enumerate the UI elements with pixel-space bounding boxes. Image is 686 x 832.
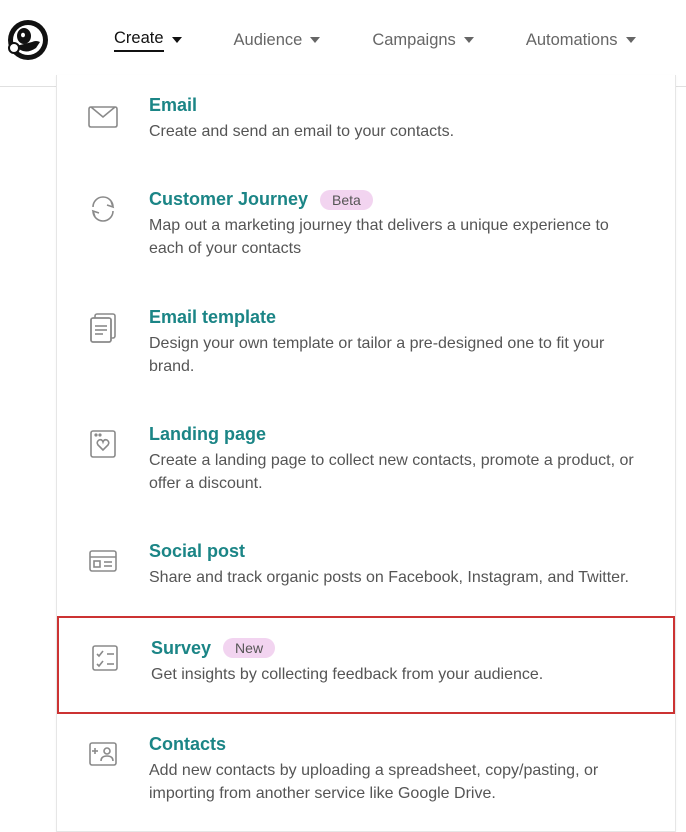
menu-item-social[interactable]: Social post Share and track organic post… (57, 521, 675, 615)
menu-item-email[interactable]: Email Create and send an email to your c… (57, 75, 675, 169)
checklist-icon (87, 640, 123, 676)
heart-page-icon (85, 426, 121, 462)
envelope-icon (85, 97, 121, 133)
chevron-down-icon (626, 37, 636, 43)
create-dropdown: Email Create and send an email to your c… (56, 75, 676, 832)
chevron-down-icon (172, 37, 182, 43)
menu-desc-email: Create and send an email to your contact… (149, 120, 647, 143)
menu-item-survey[interactable]: Survey New Get insights by collecting fe… (57, 616, 675, 714)
menu-desc-contacts: Add new contacts by uploading a spreadsh… (149, 759, 647, 805)
menu-title-social: Social post (149, 541, 245, 562)
social-card-icon (85, 543, 121, 579)
refresh-icon (85, 191, 121, 227)
menu-item-contacts[interactable]: Contacts Add new contacts by uploading a… (57, 714, 675, 831)
nav-create-label: Create (114, 29, 164, 52)
menu-title-journey: Customer Journey (149, 189, 308, 210)
chevron-down-icon (310, 37, 320, 43)
nav-automations[interactable]: Automations (526, 31, 636, 50)
top-navbar: Create Audience Campaigns Automations (0, 0, 686, 87)
add-contact-icon (85, 736, 121, 772)
menu-item-journey[interactable]: Customer Journey Beta Map out a marketin… (57, 169, 675, 286)
menu-item-template[interactable]: Email template Design your own template … (57, 287, 675, 404)
menu-desc-survey: Get insights by collecting feedback from… (151, 663, 645, 686)
menu-title-contacts: Contacts (149, 734, 226, 755)
badge-beta: Beta (320, 190, 373, 210)
menu-desc-social: Share and track organic posts on Faceboo… (149, 566, 647, 589)
menu-item-landing[interactable]: Landing page Create a landing page to co… (57, 404, 675, 521)
menu-desc-template: Design your own template or tailor a pre… (149, 332, 647, 378)
menu-title-email: Email (149, 95, 197, 116)
nav-audience[interactable]: Audience (234, 31, 321, 50)
document-stack-icon (85, 309, 121, 345)
nav-automations-label: Automations (526, 31, 618, 50)
badge-new: New (223, 638, 275, 658)
chevron-down-icon (464, 37, 474, 43)
nav-audience-label: Audience (234, 31, 303, 50)
menu-desc-landing: Create a landing page to collect new con… (149, 449, 647, 495)
nav-create[interactable]: Create (114, 29, 182, 52)
nav-campaigns-label: Campaigns (372, 31, 455, 50)
menu-desc-journey: Map out a marketing journey that deliver… (149, 214, 647, 260)
mailchimp-logo (6, 18, 50, 62)
menu-title-landing: Landing page (149, 424, 266, 445)
menu-title-template: Email template (149, 307, 276, 328)
nav-campaigns[interactable]: Campaigns (372, 31, 473, 50)
menu-title-survey: Survey (151, 638, 211, 659)
